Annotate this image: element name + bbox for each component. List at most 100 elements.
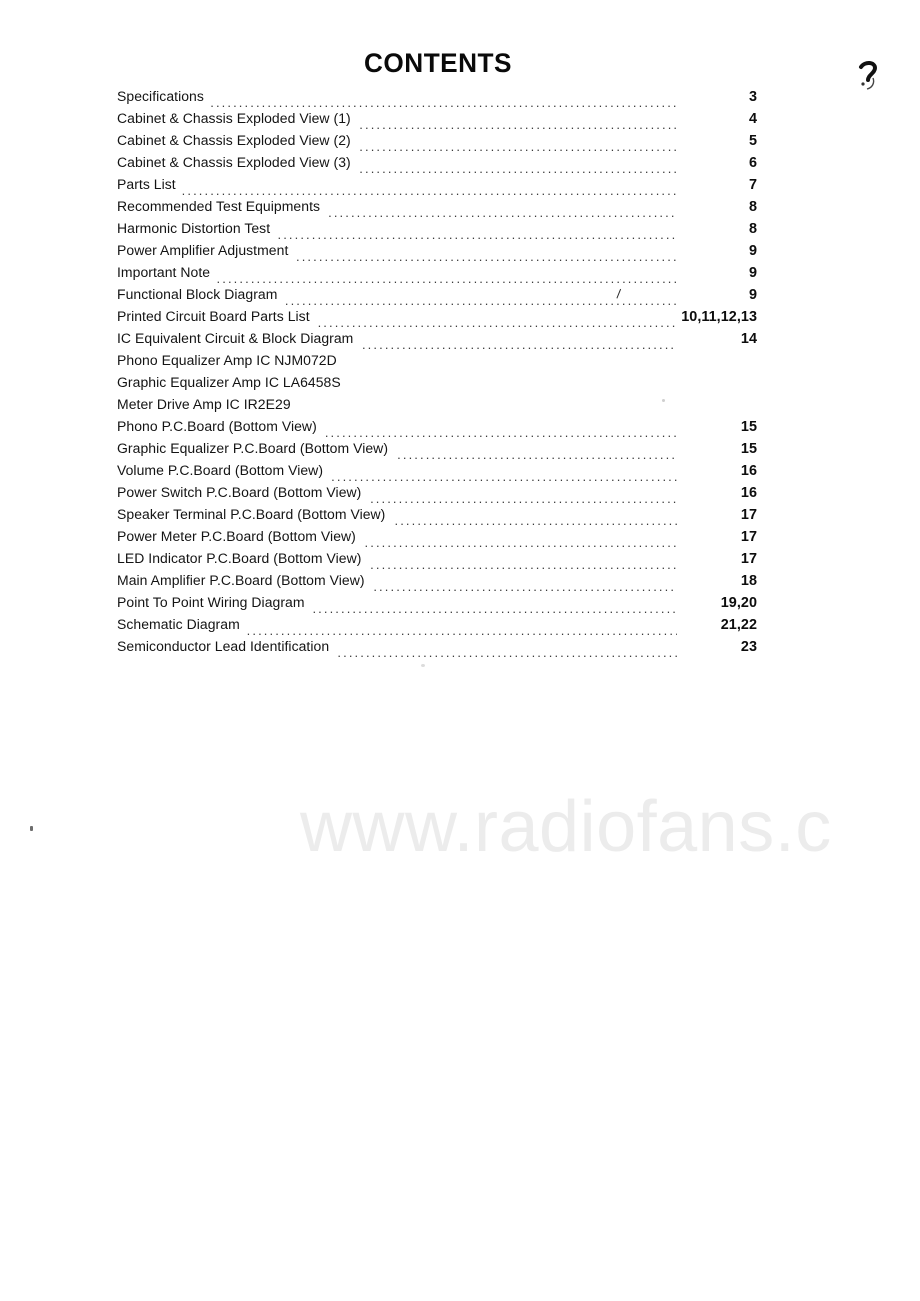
toc-leader-dots: [362, 338, 677, 352]
toc-entry-page-number: 9: [748, 265, 757, 281]
toc-entry-label: Graphic Equalizer Amp IC LA6458S: [117, 375, 341, 391]
toc-entry-label: Cabinet & Chassis Exploded View (1): [117, 111, 351, 127]
toc-entry[interactable]: IC Equivalent Circuit & Block Diagram 14: [117, 331, 757, 353]
toc-entry[interactable]: Speaker Terminal P.C.Board (Bottom View)…: [117, 507, 757, 529]
toc-leader-dots: [277, 228, 677, 242]
toc-entry-page-number: 17: [740, 551, 757, 567]
toc-leader-dots: [296, 250, 677, 264]
toc-entry-label: Power Meter P.C.Board (Bottom View): [117, 529, 356, 545]
toc-entry[interactable]: Parts List 7: [117, 177, 757, 199]
toc-entry-label: Parts List: [117, 177, 176, 193]
toc-entry[interactable]: Harmonic Distortion Test 8: [117, 221, 757, 243]
toc-leader-dots: [373, 580, 677, 594]
toc-entry-page-number: 3: [748, 89, 757, 105]
toc-entry[interactable]: LED Indicator P.C.Board (Bottom View) 17: [117, 551, 757, 573]
site-watermark: www.radiofans.c: [300, 787, 832, 867]
toc-entry[interactable]: Volume P.C.Board (Bottom View) 16: [117, 463, 757, 485]
toc-entry-label: Speaker Terminal P.C.Board (Bottom View): [117, 507, 386, 523]
toc-entry[interactable]: Power Amplifier Adjustment 9: [117, 243, 757, 265]
toc-leader-dots: [370, 492, 677, 506]
toc-entry-label: Power Switch P.C.Board (Bottom View): [117, 485, 362, 501]
table-of-contents: Specifications 3 Cabinet & Chassis Explode…: [117, 89, 757, 661]
toc-leader-dots: [359, 118, 677, 132]
toc-entry-page-number: 4: [748, 111, 757, 127]
toc-entry[interactable]: Phono P.C.Board (Bottom View) 15: [117, 419, 757, 441]
toc-entry-label: Cabinet & Chassis Exploded View (3): [117, 155, 351, 171]
toc-entry[interactable]: Functional Block Diagram 9: [117, 287, 757, 309]
toc-leader-dots: [359, 162, 677, 176]
toc-entry-page-number: 5: [748, 133, 757, 149]
toc-entry-page-number: 15: [740, 441, 757, 457]
toc-entry[interactable]: Semiconductor Lead Identification 23: [117, 639, 757, 661]
toc-leader-dots: [210, 96, 677, 110]
toc-leader-dots: [328, 206, 677, 220]
toc-entry[interactable]: Recommended Test Equipments 8: [117, 199, 757, 221]
document-page: CONTENTS Specifications 3 Cabinet & Chassi…: [0, 0, 920, 1301]
toc-entry-page-number: 10,11,12,13: [681, 309, 757, 325]
toc-entry-label: Schematic Diagram: [117, 617, 240, 633]
toc-leader-dots: [247, 624, 677, 638]
page-title: CONTENTS: [364, 48, 512, 79]
toc-entry-label: Meter Drive Amp IC IR2E29: [117, 397, 291, 413]
toc-entry[interactable]: Phono Equalizer Amp IC NJM072D: [117, 353, 757, 375]
toc-entry-label: Point To Point Wiring Diagram: [117, 595, 305, 611]
toc-leader-dots: [394, 514, 677, 528]
toc-leader-dots: [312, 602, 677, 616]
toc-entry[interactable]: Power Meter P.C.Board (Bottom View) 17: [117, 529, 757, 551]
toc-entry[interactable]: Cabinet & Chassis Exploded View (1) 4: [117, 111, 757, 133]
toc-entry-page-number: 7: [748, 177, 757, 193]
toc-entry[interactable]: Schematic Diagram 21,22: [117, 617, 757, 639]
toc-entry-label: IC Equivalent Circuit & Block Diagram: [117, 331, 354, 347]
toc-leader-dots: [325, 426, 677, 440]
toc-entry[interactable]: Graphic Equalizer P.C.Board (Bottom View…: [117, 441, 757, 463]
toc-entry[interactable]: Specifications 3: [117, 89, 757, 111]
toc-entry-label: Semiconductor Lead Identification: [117, 639, 330, 655]
toc-leader-dots: [337, 646, 677, 660]
toc-entry-page-number: 14: [740, 331, 757, 347]
toc-entry-page-number: 16: [740, 463, 757, 479]
toc-entry-page-number: 23: [740, 639, 757, 655]
toc-entry-label: Printed Circuit Board Parts List: [117, 309, 310, 325]
scan-speck: [30, 826, 33, 831]
toc-entry[interactable]: Graphic Equalizer Amp IC LA6458S: [117, 375, 757, 397]
toc-entry[interactable]: Main Amplifier P.C.Board (Bottom View) 18: [117, 573, 757, 595]
toc-entry[interactable]: Printed Circuit Board Parts List 10,11,12…: [117, 309, 757, 331]
toc-leader-dots: [365, 536, 677, 550]
toc-entry-page-number: 8: [748, 199, 757, 215]
toc-entry-page-number: 17: [740, 507, 757, 523]
toc-entry-page-number: 9: [748, 243, 757, 259]
toc-entry-label: Phono Equalizer Amp IC NJM072D: [117, 353, 337, 369]
scan-speck: [421, 664, 425, 667]
toc-entry-label: Power Amplifier Adjustment: [117, 243, 289, 259]
toc-entry-page-number: 19,20: [720, 595, 757, 611]
toc-entry-label: Functional Block Diagram: [117, 287, 278, 303]
toc-entry[interactable]: Important Note 9: [117, 265, 757, 287]
toc-entry-page-number: 9: [748, 287, 757, 303]
toc-entry[interactable]: Power Switch P.C.Board (Bottom View) 16: [117, 485, 757, 507]
toc-entry-page-number: 8: [748, 221, 757, 237]
toc-entry-page-number: 6: [748, 155, 757, 171]
handwritten-corner-mark: [855, 60, 885, 98]
toc-entry-page-number: 15: [740, 419, 757, 435]
toc-entry-label: Important Note: [117, 265, 211, 281]
toc-entry-label: Specifications: [117, 89, 204, 105]
toc-entry[interactable]: Cabinet & Chassis Exploded View (3) 6: [117, 155, 757, 177]
toc-entry-label: Volume P.C.Board (Bottom View): [117, 463, 324, 479]
toc-entry-label: Harmonic Distortion Test: [117, 221, 271, 237]
toc-entry-page-number: 16: [740, 485, 757, 501]
toc-entry-label: Recommended Test Equipments: [117, 199, 321, 215]
toc-entry-label: Graphic Equalizer P.C.Board (Bottom View…: [117, 441, 389, 457]
toc-leader-dots: [359, 140, 677, 154]
toc-entry[interactable]: Point To Point Wiring Diagram 19,20: [117, 595, 757, 617]
toc-entry-label: Cabinet & Chassis Exploded View (2): [117, 133, 351, 149]
toc-entry[interactable]: Meter Drive Amp IC IR2E29: [117, 397, 757, 419]
toc-entry-label: Main Amplifier P.C.Board (Bottom View): [117, 573, 365, 589]
toc-entry-label: LED Indicator P.C.Board (Bottom View): [117, 551, 362, 567]
toc-entry-label: Phono P.C.Board (Bottom View): [117, 419, 317, 435]
toc-leader-dots: [217, 272, 677, 286]
toc-entry-page-number: 18: [740, 573, 757, 589]
scan-speck: [662, 399, 665, 402]
toc-entry-page-number: 17: [740, 529, 757, 545]
toc-entry[interactable]: Cabinet & Chassis Exploded View (2) 5: [117, 133, 757, 155]
toc-leader-dots: [182, 184, 677, 198]
